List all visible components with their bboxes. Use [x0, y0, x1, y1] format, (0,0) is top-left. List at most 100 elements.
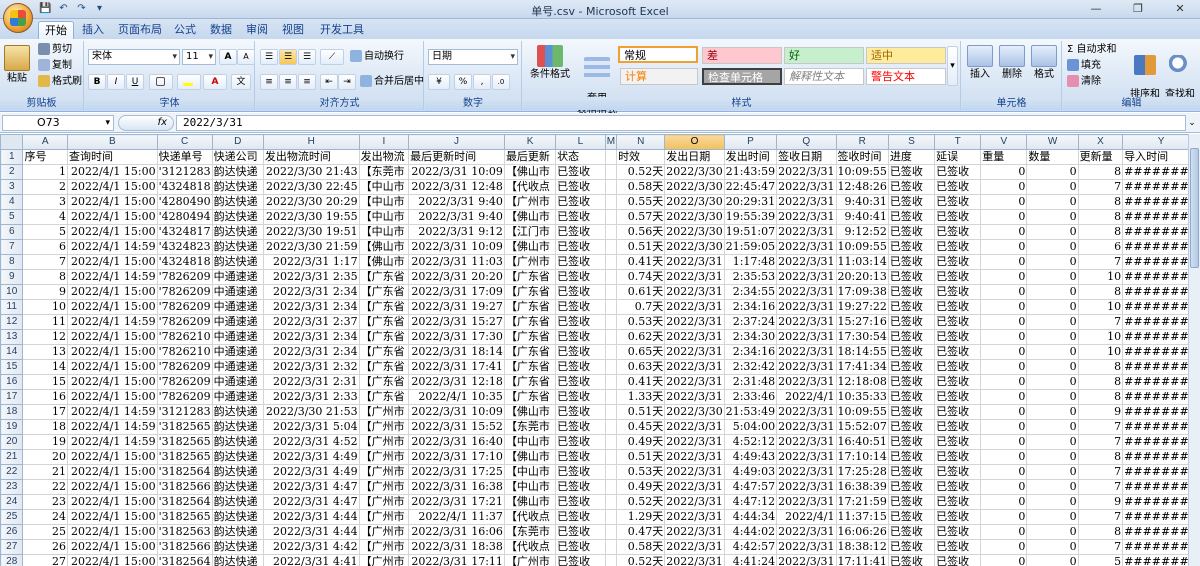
- row-header[interactable]: 13: [0, 329, 24, 345]
- cell[interactable]: 2022/3/30 21:53: [262, 404, 360, 420]
- row-header[interactable]: 17: [0, 389, 24, 405]
- cell[interactable]: 中通速递: [211, 389, 264, 405]
- cell[interactable]: 1.29天: [616, 509, 666, 525]
- cell[interactable]: 4:42:57: [723, 539, 778, 555]
- cell[interactable]: 2022/4/1: [776, 509, 837, 525]
- cell[interactable]: '3182565: [156, 419, 213, 435]
- cell[interactable]: 【佛山市: [358, 254, 410, 270]
- cell[interactable]: 韵达快递: [211, 554, 264, 566]
- row-header[interactable]: 6: [0, 224, 24, 240]
- cell[interactable]: 0: [1026, 539, 1079, 555]
- style-normal[interactable]: 常规: [618, 46, 698, 63]
- cell[interactable]: 9:40:41: [835, 209, 889, 225]
- cell[interactable]: 韵达快递: [211, 404, 264, 420]
- cell[interactable]: 2022/3/31: [776, 404, 837, 420]
- cell[interactable]: 2022/3/31: [776, 239, 837, 255]
- cell[interactable]: 0.52天: [616, 164, 666, 180]
- cell[interactable]: 【广州市: [358, 479, 410, 495]
- cell[interactable]: 0.61天: [616, 284, 666, 300]
- cell[interactable]: 已签收: [887, 179, 936, 195]
- cell[interactable]: 0.58天: [616, 539, 666, 555]
- undo-icon[interactable]: ↶: [56, 2, 71, 16]
- cell[interactable]: 2022/4/1 14:59: [66, 419, 158, 435]
- cell[interactable]: [604, 449, 618, 465]
- cell[interactable]: 0.52天: [616, 554, 666, 566]
- cell[interactable]: 0: [980, 344, 1028, 360]
- cell[interactable]: '3121283: [156, 404, 213, 420]
- cell[interactable]: 8: [1077, 224, 1124, 240]
- cell[interactable]: 序号: [22, 149, 68, 165]
- orientation-button[interactable]: ⟋: [320, 49, 344, 65]
- cell[interactable]: 2022/3/31 1:17: [262, 254, 360, 270]
- row-header[interactable]: 27: [0, 539, 24, 555]
- cell[interactable]: 2022/3/31 17:10: [408, 449, 505, 465]
- cell[interactable]: 12:18:08: [835, 374, 889, 390]
- cell[interactable]: 0.57天: [616, 209, 666, 225]
- cell[interactable]: 2022/3/30 20:29: [262, 194, 360, 210]
- cell[interactable]: 中通速递: [211, 314, 264, 330]
- cell[interactable]: 6: [22, 239, 68, 255]
- cell[interactable]: 【广州市: [358, 524, 410, 540]
- cell[interactable]: 已签收: [555, 494, 606, 510]
- style-calculation[interactable]: 计算: [620, 68, 698, 85]
- style-neutral[interactable]: 适中: [866, 47, 946, 64]
- cell[interactable]: [604, 539, 618, 555]
- align-left-button[interactable]: ≡: [260, 74, 278, 90]
- cell[interactable]: 0: [1026, 509, 1079, 525]
- row-header[interactable]: 26: [0, 524, 24, 540]
- cell[interactable]: 0.53天: [616, 314, 666, 330]
- cell[interactable]: 2022/3/31 2:35: [262, 269, 360, 285]
- cell[interactable]: 1:17:48: [723, 254, 778, 270]
- cell[interactable]: 重量: [980, 149, 1028, 165]
- style-check-cell[interactable]: 检查单元格: [702, 68, 782, 85]
- cell[interactable]: 已签收: [887, 404, 936, 420]
- cell[interactable]: 1.33天: [616, 389, 666, 405]
- column-header[interactable]: R: [835, 134, 889, 150]
- cell[interactable]: 发出日期: [664, 149, 725, 165]
- insert-cells-button[interactable]: 插入: [966, 45, 994, 81]
- cell[interactable]: 已签收: [887, 539, 936, 555]
- cell[interactable]: 8: [22, 269, 68, 285]
- minimize-button[interactable]: —: [1084, 1, 1108, 17]
- phonetic-button[interactable]: 文: [231, 74, 251, 90]
- cell[interactable]: 2022/4/1 15:00: [66, 254, 158, 270]
- tab-home[interactable]: 开始: [38, 21, 74, 39]
- cell[interactable]: 2022/3/31: [776, 329, 837, 345]
- cell[interactable]: 2022/3/31: [664, 299, 725, 315]
- cell[interactable]: '3121283: [156, 164, 213, 180]
- cell[interactable]: 已签收: [934, 299, 982, 315]
- cell[interactable]: 2022/4/1 15:00: [66, 299, 158, 315]
- cell[interactable]: 0: [1026, 179, 1079, 195]
- cell[interactable]: 17:25:28: [835, 464, 889, 480]
- cell[interactable]: '3182564: [156, 494, 213, 510]
- cell[interactable]: 2022/3/31 9:12: [408, 224, 505, 240]
- cell[interactable]: 已签收: [555, 539, 606, 555]
- cell[interactable]: 2022/3/31: [664, 539, 725, 555]
- cell[interactable]: 已签收: [934, 329, 982, 345]
- cell[interactable]: 2022/3/30 21:59: [262, 239, 360, 255]
- cell[interactable]: 4:47:57: [723, 479, 778, 495]
- cell[interactable]: 0: [1026, 329, 1079, 345]
- cell[interactable]: '4324823: [156, 239, 213, 255]
- font-color-button[interactable]: A: [203, 74, 227, 90]
- cell[interactable]: 已签收: [934, 524, 982, 540]
- cell[interactable]: 已签收: [555, 479, 606, 495]
- cell[interactable]: 2022/3/31: [776, 524, 837, 540]
- cell[interactable]: 19: [22, 434, 68, 450]
- cell[interactable]: 2022/3/31 12:48: [408, 179, 505, 195]
- cell[interactable]: 0: [980, 179, 1028, 195]
- cell[interactable]: 6: [1077, 239, 1124, 255]
- cell[interactable]: 0: [1026, 419, 1079, 435]
- cell[interactable]: 【广州市: [358, 464, 410, 480]
- increase-decimal-button[interactable]: .0: [492, 74, 510, 90]
- cell[interactable]: 10: [1077, 299, 1124, 315]
- bold-button[interactable]: B: [88, 74, 106, 90]
- close-button[interactable]: ✕: [1168, 1, 1192, 17]
- cell[interactable]: 【广东省: [503, 299, 557, 315]
- cell[interactable]: 已签收: [555, 194, 606, 210]
- cell[interactable]: 0: [980, 194, 1028, 210]
- conditional-format-button[interactable]: 条件格式: [527, 45, 573, 81]
- cell[interactable]: 已签收: [555, 224, 606, 240]
- cell[interactable]: '3182564: [156, 464, 213, 480]
- row-header[interactable]: 23: [0, 479, 24, 495]
